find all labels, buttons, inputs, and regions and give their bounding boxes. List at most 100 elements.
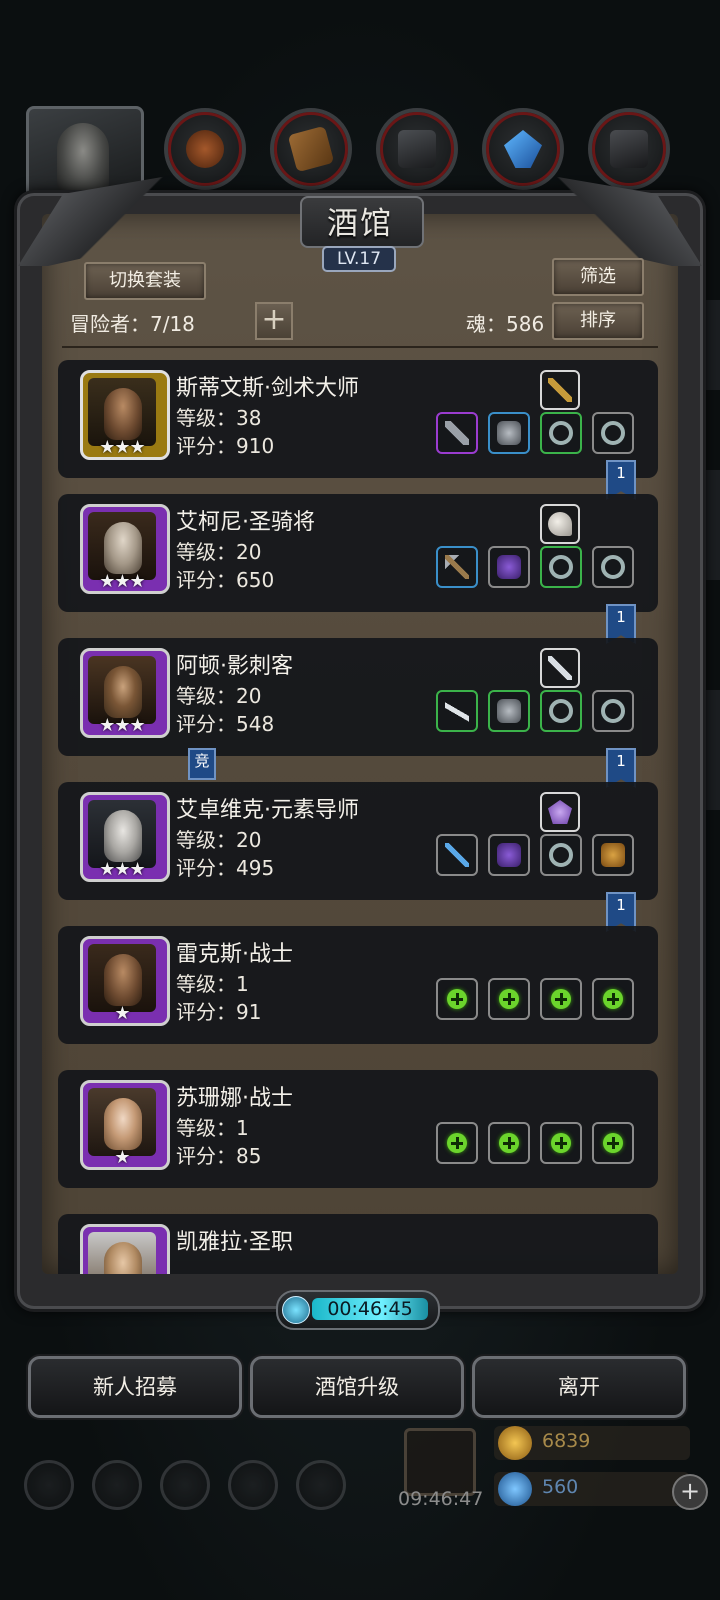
- weapon-slot[interactable]: [540, 792, 580, 832]
- sort-button[interactable]: 排序: [552, 302, 644, 340]
- plus-icon: [551, 989, 571, 1009]
- wood-icon: [287, 125, 335, 173]
- hammer-icon: [445, 555, 469, 579]
- add-armor-slot[interactable]: [488, 1122, 530, 1164]
- hero-face-icon: [104, 954, 142, 1006]
- leave-button[interactable]: 离开: [472, 1356, 686, 1418]
- hero-name: 斯蒂文斯·剑术大师: [176, 376, 359, 401]
- ring-icon: [549, 555, 573, 579]
- plus-icon: [551, 1133, 571, 1153]
- equip-slot[interactable]: [540, 546, 582, 588]
- add-gems-button[interactable]: +: [672, 1474, 708, 1510]
- gold-amount: 6839: [542, 1430, 591, 1452]
- staff-icon: [445, 843, 469, 867]
- weapon-slot[interactable]: [540, 648, 580, 688]
- portrait-frame: [88, 656, 156, 724]
- add-ring-slot[interactable]: [540, 978, 582, 1020]
- upgrade-tavern-button[interactable]: 酒馆升级: [250, 1356, 464, 1418]
- equip-slot[interactable]: [540, 412, 582, 454]
- plus-icon: [603, 1133, 623, 1153]
- plus-icon: [447, 989, 467, 1009]
- weapon-slot[interactable]: [540, 370, 580, 410]
- ring-icon: [549, 699, 573, 723]
- add-ring-slot[interactable]: [592, 1122, 634, 1164]
- equip-slot[interactable]: [488, 412, 530, 454]
- add-ring-slot[interactable]: [592, 978, 634, 1020]
- hero-card[interactable]: ★ 苏珊娜·战士 等级：1 评分：85: [58, 1070, 658, 1188]
- adventurer-count: 冒险者：7/18: [70, 312, 195, 336]
- add-weapon-slot[interactable]: [436, 978, 478, 1020]
- plus-icon: [447, 1133, 467, 1153]
- plus-icon: [499, 989, 519, 1009]
- recruit-button[interactable]: 新人招募: [28, 1356, 242, 1418]
- hero-card[interactable]: ★★★ 阿顿·影刺客 等级：20 评分：548: [58, 638, 658, 756]
- plus-icon: [603, 989, 623, 1009]
- equip-slot[interactable]: [436, 546, 478, 588]
- equip-slot[interactable]: [488, 546, 530, 588]
- hero-level: 等级：38: [176, 406, 262, 430]
- mail-icon[interactable]: [228, 1460, 278, 1510]
- add-slot-button[interactable]: +: [255, 302, 293, 340]
- hero-face-icon: [104, 666, 142, 718]
- map-icon[interactable]: [296, 1460, 346, 1510]
- clock-icon: [282, 1296, 310, 1324]
- portrait-frame: [88, 378, 156, 446]
- leather-icon: [186, 130, 224, 168]
- ring-icon: [601, 555, 625, 579]
- sword-icon: [548, 378, 572, 402]
- hero-level: 等级：20: [176, 684, 262, 708]
- switch-outfit-button[interactable]: 切换套装: [84, 262, 206, 300]
- equip-slot[interactable]: [592, 834, 634, 876]
- tab-wood[interactable]: [270, 108, 352, 190]
- equip-slot[interactable]: [488, 834, 530, 876]
- hero-score: 评分：548: [176, 712, 275, 736]
- tab-metal[interactable]: [376, 108, 458, 190]
- equip-slot[interactable]: [592, 412, 634, 454]
- armor-icon: [497, 421, 521, 445]
- hero-face-icon: [104, 810, 142, 862]
- hero-level: 等级：1: [176, 972, 249, 996]
- hero-card[interactable]: 凯雅拉·圣职: [58, 1214, 658, 1274]
- tab-crystal[interactable]: [482, 108, 564, 190]
- equip-slot[interactable]: [540, 834, 582, 876]
- hero-card[interactable]: ★ 雷克斯·战士 等级：1 评分：91: [58, 926, 658, 1044]
- filter-button[interactable]: 筛选: [552, 258, 644, 296]
- tab-anvil[interactable]: [588, 108, 670, 190]
- add-weapon-slot[interactable]: [436, 1122, 478, 1164]
- hero-card[interactable]: ★★★ 艾柯尼·圣骑将 等级：20 评分：650: [58, 494, 658, 612]
- equip-slot[interactable]: [436, 412, 478, 454]
- hero-portrait[interactable]: [80, 1224, 170, 1274]
- hero-name: 雷克斯·战士: [176, 942, 293, 967]
- settings-icon[interactable]: [24, 1460, 74, 1510]
- equip-slot[interactable]: [488, 690, 530, 732]
- equip-slot[interactable]: [436, 834, 478, 876]
- tab-leather[interactable]: [164, 108, 246, 190]
- equip-slot[interactable]: [592, 690, 634, 732]
- add-armor-slot[interactable]: [488, 978, 530, 1020]
- hero-list[interactable]: ★★★ 斯蒂文斯·剑术大师 等级：38 评分：910 1 ★★★ 艾柯尼·圣骑将…: [58, 352, 658, 1274]
- hero-name: 苏珊娜·战士: [176, 1086, 293, 1111]
- add-ring-slot[interactable]: [540, 1122, 582, 1164]
- portrait-frame: [88, 800, 156, 868]
- weapon-slot[interactable]: [540, 504, 580, 544]
- gold-icon: [498, 1426, 532, 1460]
- anvil-icon: [610, 130, 648, 168]
- equip-slot[interactable]: [592, 546, 634, 588]
- star-rating: ★: [114, 1003, 130, 1024]
- dagger-icon: [548, 656, 572, 680]
- star-rating: ★★★: [99, 715, 145, 736]
- hero-name: 凯雅拉·圣职: [176, 1230, 293, 1255]
- equip-slot[interactable]: [436, 690, 478, 732]
- armor-icon: [497, 555, 521, 579]
- hero-card[interactable]: ★★★ 斯蒂文斯·剑术大师 等级：38 评分：910: [58, 360, 658, 478]
- header-divider: [62, 346, 658, 348]
- equip-slot[interactable]: [540, 690, 582, 732]
- quest-icon[interactable]: [92, 1460, 142, 1510]
- star-rating: ★★★: [99, 859, 145, 880]
- claw-icon: [548, 512, 572, 536]
- gift-icon[interactable]: [404, 1428, 476, 1496]
- gem-icon: [498, 1472, 532, 1506]
- curved-blade-icon: [445, 699, 469, 723]
- hero-card[interactable]: ★★★ 艾卓维克·元素导师 等级：20 评分：495: [58, 782, 658, 900]
- guild-icon[interactable]: [160, 1460, 210, 1510]
